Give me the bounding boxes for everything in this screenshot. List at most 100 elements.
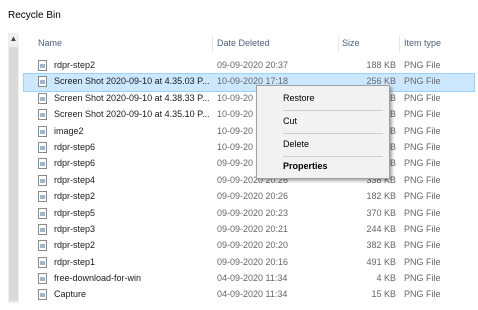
png-file-icon	[38, 125, 47, 137]
column-divider[interactable]	[338, 36, 339, 52]
file-type: PNG File	[404, 191, 441, 202]
file-type: PNG File	[404, 207, 441, 218]
file-name: rdpr-step4	[54, 174, 96, 185]
file-date: 09-09-2020 20:20	[217, 240, 289, 251]
file-date: 04-09-2020 11:34	[217, 289, 288, 300]
vertical-scrollbar[interactable]: ▲	[8, 33, 19, 303]
file-size: 491 KB	[366, 256, 396, 267]
file-type: PNG File	[404, 92, 441, 103]
file-type: PNG File	[404, 273, 441, 284]
file-row[interactable]: rdpr-step6 09-09-20 KB PNG File	[24, 156, 474, 172]
menu-item-properties[interactable]: Properties	[257, 158, 389, 175]
file-type: PNG File	[404, 158, 441, 169]
file-row[interactable]: Capture 04-09-2020 11:34 15 KB PNG File	[24, 287, 474, 303]
file-date: 10-09-20	[217, 92, 254, 103]
file-name: Screen Shot 2020-09-10 at 4.35.10 P...	[54, 109, 210, 120]
file-name: rdpr-step5	[54, 207, 96, 218]
file-name: Screen Shot 2020-09-10 at 4.35.03 P...	[54, 76, 210, 87]
png-file-icon	[38, 223, 47, 235]
png-file-icon	[38, 240, 47, 252]
png-file-icon	[38, 273, 47, 285]
file-row[interactable]: image2 10-09-20 KB PNG File	[24, 124, 474, 140]
file-type: PNG File	[404, 240, 441, 251]
column-header: Name Date Deleted Size Item type	[24, 36, 474, 52]
file-date: 09-09-2020 20:23	[217, 207, 289, 218]
file-list: rdpr-step2 09-09-2020 20:37 188 KB PNG F…	[23, 58, 475, 304]
file-size: 4 KB	[376, 273, 396, 284]
file-type: PNG File	[404, 125, 441, 136]
menu-separator	[283, 110, 383, 111]
file-date: 09-09-2020 20:26	[217, 191, 289, 202]
file-row[interactable]: Screen Shot 2020-09-10 at 4.38.33 P... 1…	[24, 91, 474, 107]
file-name: rdpr-step3	[54, 223, 96, 234]
file-name: rdpr-step2	[54, 60, 96, 70]
column-header-type[interactable]: Item type	[404, 38, 441, 48]
scroll-thumb[interactable]	[9, 47, 18, 301]
file-type: PNG File	[404, 174, 441, 185]
file-date: 10-09-20	[217, 109, 254, 120]
column-header-name[interactable]: Name	[38, 38, 62, 48]
file-row[interactable]: rdpr-step2 09-09-2020 20:37 188 KB PNG F…	[24, 58, 474, 74]
column-divider[interactable]	[212, 36, 213, 52]
menu-separator	[283, 133, 383, 134]
file-size: 370 KB	[366, 207, 396, 218]
menu-item-label: Restore	[283, 93, 315, 103]
file-type: PNG File	[404, 256, 441, 267]
file-row[interactable]: rdpr-step1 09-09-2020 20:16 491 KB PNG F…	[24, 255, 474, 271]
file-name: rdpr-step2	[54, 240, 96, 251]
file-row[interactable]: rdpr-step2 09-09-2020 20:26 182 KB PNG F…	[24, 189, 474, 205]
file-row[interactable]: rdpr-step5 09-09-2020 20:23 370 KB PNG F…	[24, 206, 474, 222]
file-row[interactable]: free-download-for-win 04-09-2020 11:34 4…	[24, 271, 474, 287]
file-type: PNG File	[404, 223, 441, 234]
window-title: Recycle Bin	[8, 10, 61, 21]
menu-item-delete[interactable]: Delete	[257, 136, 389, 153]
context-menu: Restore Cut Delete Properties	[256, 85, 390, 179]
column-divider[interactable]	[399, 36, 400, 52]
file-row-selected[interactable]: Screen Shot 2020-09-10 at 4.35.03 P... 1…	[23, 73, 475, 92]
file-name: rdpr-step2	[54, 191, 96, 202]
file-date: 10-09-20	[217, 125, 254, 136]
file-type: PNG File	[404, 141, 441, 152]
file-name: free-download-for-win	[54, 273, 142, 284]
scroll-up-icon[interactable]: ▲	[8, 33, 19, 45]
file-date: 09-09-2020 20:37	[217, 60, 289, 70]
file-date: 09-09-2020 20:16	[217, 256, 289, 267]
file-row[interactable]: rdpr-step4 09-09-2020 20:26 338 KB PNG F…	[24, 173, 474, 189]
menu-item-label: Delete	[283, 139, 310, 149]
file-name: Capture	[54, 289, 87, 300]
menu-item-label: Cut	[283, 116, 298, 126]
menu-item-cut[interactable]: Cut	[257, 113, 389, 130]
file-size: 15 KB	[371, 289, 396, 300]
png-file-icon	[38, 191, 47, 203]
file-date: 09-09-2020 20:21	[217, 223, 289, 234]
file-size: 182 KB	[366, 191, 396, 202]
png-file-icon	[38, 158, 47, 170]
file-name: Screen Shot 2020-09-10 at 4.38.33 P...	[54, 92, 210, 103]
file-name: rdpr-step1	[54, 256, 96, 267]
file-row[interactable]: Screen Shot 2020-09-10 at 4.35.10 P... 1…	[24, 107, 474, 123]
file-row[interactable]: rdpr-step6 10-09-20 KB PNG File	[24, 140, 474, 156]
file-type: PNG File	[404, 76, 441, 87]
png-file-icon	[38, 109, 47, 121]
png-file-icon	[38, 92, 47, 104]
column-header-size[interactable]: Size	[342, 38, 360, 48]
png-file-icon	[38, 207, 47, 219]
menu-item-restore[interactable]: Restore	[257, 90, 389, 107]
png-file-icon	[38, 289, 47, 301]
file-name: rdpr-step6	[54, 141, 96, 152]
menu-separator	[283, 156, 383, 157]
png-file-icon	[38, 174, 47, 186]
column-header-date[interactable]: Date Deleted	[217, 38, 270, 48]
file-row[interactable]: rdpr-step2 09-09-2020 20:20 382 KB PNG F…	[24, 238, 474, 254]
png-file-icon	[38, 60, 47, 71]
file-date: 04-09-2020 11:34	[217, 273, 288, 284]
file-row[interactable]: rdpr-step3 09-09-2020 20:21 244 KB PNG F…	[24, 222, 474, 238]
file-date: 10-09-20	[217, 141, 254, 152]
file-name: rdpr-step6	[54, 158, 96, 169]
file-type: PNG File	[404, 60, 441, 70]
file-size: 244 KB	[366, 223, 396, 234]
file-size: 382 KB	[366, 240, 396, 251]
menu-item-label: Properties	[283, 161, 328, 171]
png-file-icon	[38, 256, 47, 268]
file-date: 09-09-20	[217, 158, 254, 169]
